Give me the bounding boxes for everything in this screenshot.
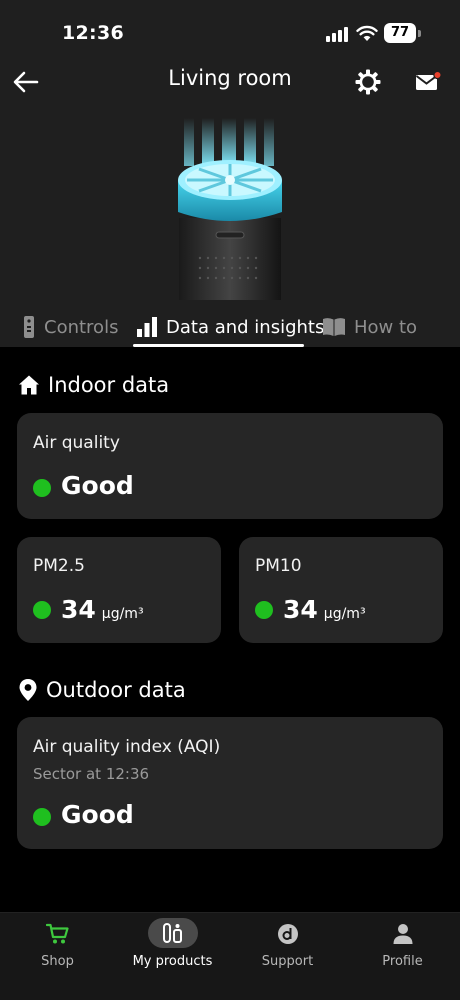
book-icon [322,317,346,337]
indoor-title: Indoor data [48,373,170,397]
aqi-label: Air quality index (AQI) [33,737,221,757]
page-title: Living room [168,66,292,90]
wifi-icon [356,25,378,41]
nav-support[interactable]: Support [230,913,345,1000]
cellular-signal-icon [326,26,350,42]
status-dot [255,601,273,619]
profile-icon [392,923,414,945]
nav-shop[interactable]: Shop [0,913,115,1000]
aqi-source: Sector at 12:36 [33,765,150,783]
bottom-nav: Shop My products Support Profile [0,912,460,1000]
air-quality-label: Air quality [33,433,120,453]
indoor-section-title: Indoor data [18,373,169,397]
pm25-value: 34 [61,595,96,624]
status-dot [33,601,51,619]
mail-icon[interactable] [414,70,442,94]
cart-icon [45,923,70,945]
pm10-card[interactable]: PM10 34 µg/m³ [239,537,443,643]
nav-shop-label: Shop [41,954,74,969]
outdoor-section-title: Outdoor data [18,678,186,702]
status-time: 12:36 [62,22,124,44]
pm25-card[interactable]: PM2.5 34 µg/m³ [17,537,221,643]
purifier-illustration [178,118,282,300]
tab-how-to[interactable]: How to [322,310,417,344]
nav-support-label: Support [261,954,314,969]
nav-my-products[interactable]: My products [115,913,230,1000]
header-area: 12:36 77 Living room Controls Data and i… [0,0,460,347]
nav-profile[interactable]: Profile [345,913,460,1000]
tab-controls-label: Controls [44,316,119,338]
pm10-label: PM10 [255,556,302,576]
tab-controls[interactable]: Controls [22,310,118,344]
aqi-value: Good [61,800,134,829]
pm25-unit: µg/m³ [101,606,144,622]
pm10-value: 34 [283,595,318,624]
status-bar: 12:36 77 [0,20,460,50]
nav-profile-label: Profile [382,954,423,969]
tab-data-label: Data and insights [166,316,325,338]
battery-tip [418,30,421,37]
nav-my-products-label: My products [132,954,213,969]
tab-data-and-insights[interactable]: Data and insights [136,310,324,344]
battery-icon: 77 [384,23,416,43]
products-icon [147,918,198,948]
pm10-unit: µg/m³ [323,606,366,622]
active-tab-indicator [133,344,304,347]
tab-bar: Controls Data and insights How to [0,304,460,347]
status-dot [33,479,51,497]
gear-icon[interactable] [354,68,382,96]
air-quality-value: Good [61,471,134,500]
air-quality-card[interactable]: Air quality Good [17,413,443,519]
aqi-card[interactable]: Air quality index (AQI) Sector at 12:36 … [17,717,443,849]
remote-icon [22,315,36,339]
home-icon [18,374,40,396]
support-icon [277,923,299,945]
tab-how-to-label: How to [354,316,418,338]
status-dot [33,808,51,826]
pm25-label: PM2.5 [33,556,85,576]
outdoor-title: Outdoor data [46,678,186,702]
location-pin-icon [18,678,38,702]
bar-chart-icon [136,316,158,338]
